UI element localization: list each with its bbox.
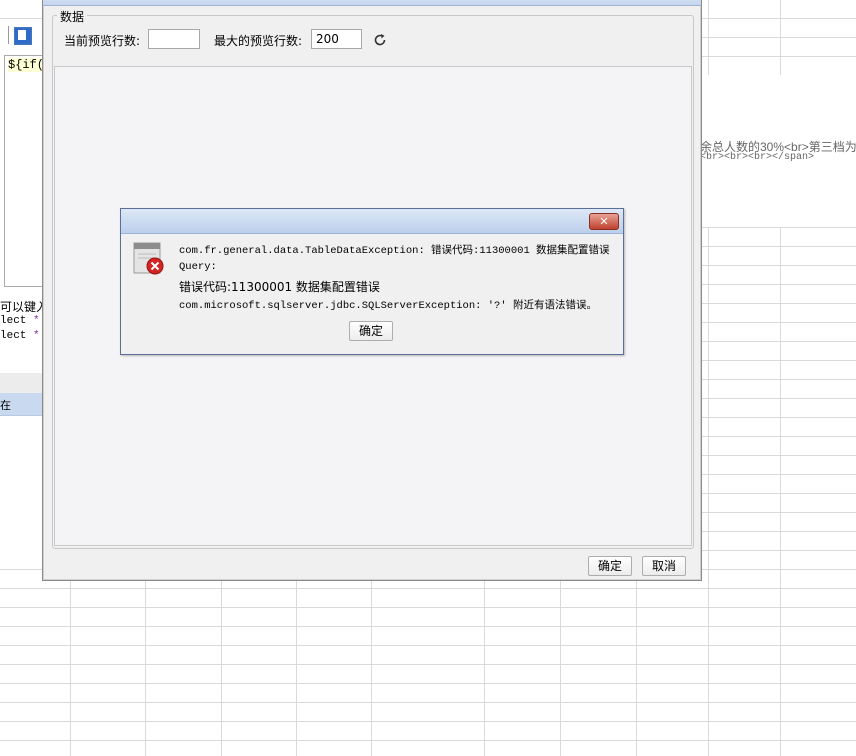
sql-line-1: lect *: [0, 315, 40, 327]
current-preview-rows-field[interactable]: [148, 29, 200, 49]
max-preview-rows-field[interactable]: 200: [311, 29, 362, 49]
panel-header-bar: [0, 373, 44, 394]
toolbar-separator: [8, 26, 9, 44]
hint-fragment: 可以键入: [0, 300, 49, 314]
ok-button[interactable]: 确定: [588, 556, 632, 576]
group-title: 数据: [57, 8, 88, 25]
cancel-button[interactable]: 取消: [642, 556, 686, 576]
sql-star: *: [33, 330, 40, 342]
error-message-line-3: 错误代码:11300001 数据集配置错误: [179, 280, 380, 294]
sql-star: *: [33, 315, 40, 327]
error-icon: [133, 242, 164, 275]
current-preview-rows-label: 当前预览行数:: [64, 34, 141, 48]
save-icon[interactable]: [14, 27, 32, 45]
max-preview-rows-label: 最大的预览行数:: [214, 34, 303, 48]
formula-code-line: ${if(: [8, 58, 45, 72]
refresh-icon[interactable]: [373, 33, 387, 47]
sql-keyword: lect: [0, 315, 34, 327]
error-ok-button[interactable]: 确定: [349, 321, 393, 341]
sql-line-2: lect *: [0, 330, 40, 342]
dialog-titlebar[interactable]: [43, 0, 701, 6]
error-dialog-titlebar[interactable]: ✕: [121, 209, 623, 234]
list-row-label: 在: [0, 399, 11, 412]
cell-text-line-2: <br><br><br></span>: [700, 152, 815, 163]
error-message-line-4: com.microsoft.sqlserver.jdbc.SQLServerEx…: [179, 300, 597, 312]
sql-keyword: lect: [0, 330, 34, 342]
formula-editor[interactable]: [4, 55, 46, 287]
close-icon[interactable]: ✕: [589, 213, 619, 230]
selected-list-row[interactable]: 在: [0, 393, 44, 416]
error-dialog: ✕ com.fr.general.data.TableDataException…: [120, 208, 624, 355]
error-message-line-2: Query:: [179, 261, 217, 273]
error-message-line-1: com.fr.general.data.TableDataException: …: [179, 245, 610, 257]
